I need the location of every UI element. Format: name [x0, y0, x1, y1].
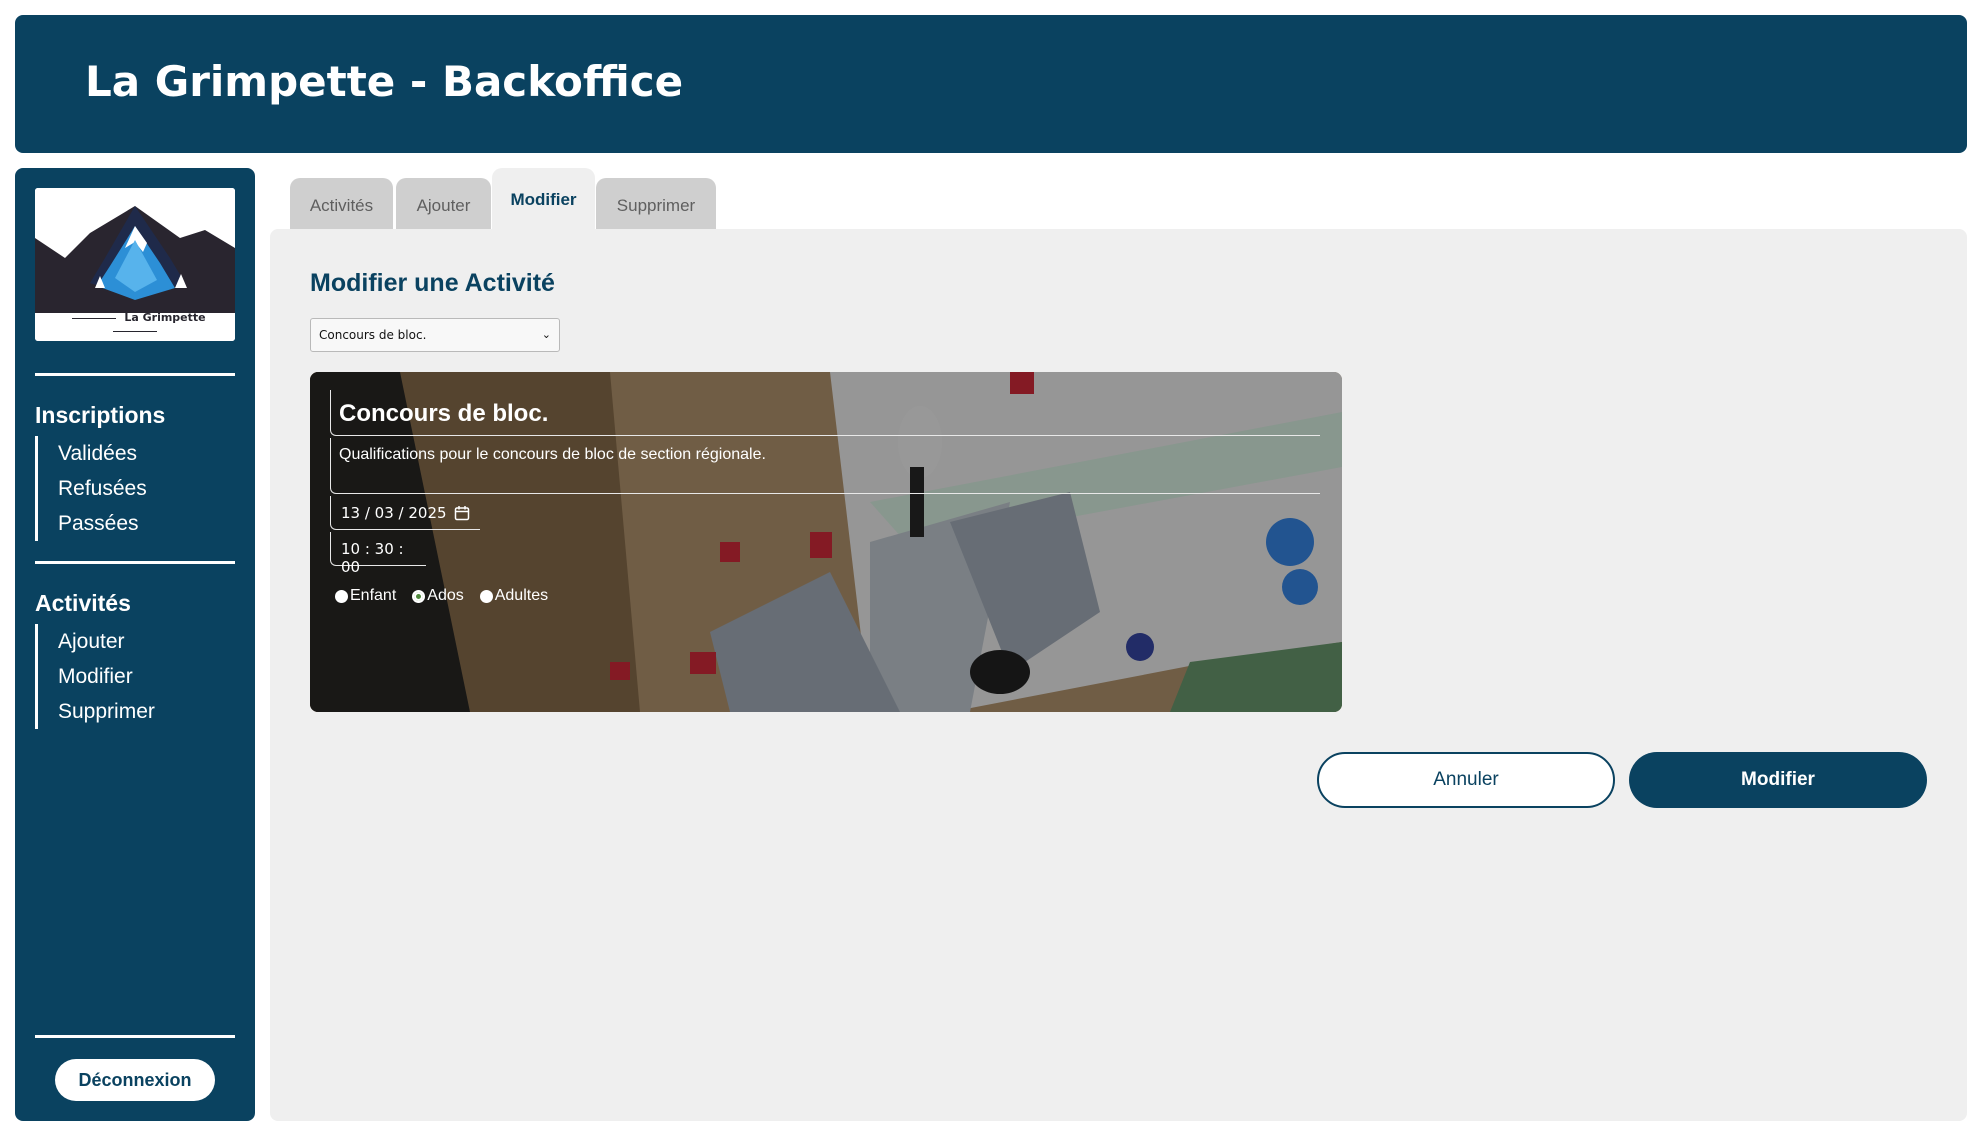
radio-button-checked[interactable] — [412, 589, 426, 603]
activity-select[interactable]: Concours de bloc. ⌄ — [310, 318, 560, 352]
calendar-icon[interactable] — [454, 505, 470, 521]
radio-label: Adultes — [494, 587, 549, 604]
sidebar-item-ajouter[interactable]: Ajouter — [58, 624, 155, 659]
radio-enfant[interactable]: Enfant — [335, 587, 396, 605]
sidebar-divider — [35, 1035, 235, 1038]
radio-ados[interactable]: Ados — [412, 587, 464, 605]
page-title: Modifier une Activité — [310, 269, 555, 297]
sidebar-item-passees[interactable]: Passées — [58, 506, 147, 541]
sidebar-item-validees[interactable]: Validées — [58, 436, 147, 471]
tab-modifier[interactable]: Modifier — [492, 168, 595, 230]
radio-label: Enfant — [350, 587, 397, 604]
main-panel: Modifier une Activité Concours de bloc. … — [270, 229, 1967, 1121]
sidebar-item-refusees[interactable]: Refusées — [58, 471, 147, 506]
sidebar: La Grimpette Inscriptions Validées Refus… — [15, 168, 255, 1121]
modify-button[interactable]: Modifier — [1629, 752, 1927, 808]
sidebar-item-modifier[interactable]: Modifier — [58, 659, 155, 694]
nav-heading-activites: Activités — [35, 590, 131, 616]
logo: La Grimpette — [35, 188, 235, 341]
tab-activites[interactable]: Activités — [290, 178, 393, 230]
sidebar-divider — [35, 561, 235, 564]
logo-caption: La Grimpette — [35, 311, 235, 337]
activity-description-field[interactable]: Qualifications pour le concours de bloc … — [330, 438, 1320, 494]
audience-radio-group: Enfant Ados Adultes — [335, 587, 564, 605]
nav-group-inscriptions: Validées Refusées Passées — [35, 436, 147, 541]
sidebar-divider — [35, 373, 235, 376]
nav-group-activites: Ajouter Modifier Supprimer — [35, 624, 155, 729]
nav-heading-inscriptions: Inscriptions — [35, 402, 166, 428]
tab-ajouter[interactable]: Ajouter — [396, 178, 491, 230]
activity-date-field[interactable]: 13 / 03 / 2025 — [330, 496, 480, 530]
tab-supprimer[interactable]: Supprimer — [596, 178, 716, 230]
chevron-down-icon: ⌄ — [541, 328, 551, 341]
activity-title-field[interactable]: Concours de bloc. — [330, 390, 1320, 436]
radio-button[interactable] — [335, 589, 348, 603]
radio-label: Ados — [427, 587, 464, 604]
app-title: La Grimpette - Backoffice — [85, 57, 684, 106]
activity-time-field[interactable]: 10 : 30 : 00 — [330, 532, 426, 576]
radio-button[interactable] — [479, 589, 493, 603]
sidebar-item-supprimer[interactable]: Supprimer — [58, 694, 155, 729]
logout-button[interactable]: Déconnexion — [55, 1059, 215, 1101]
activity-card: Concours de bloc. Qualifications pour le… — [310, 372, 1342, 712]
date-value: 13 / 03 / 2025 — [341, 504, 447, 522]
app-header: La Grimpette - Backoffice — [15, 15, 1967, 153]
radio-adultes[interactable]: Adultes — [479, 587, 549, 605]
activity-select-value: Concours de bloc. — [319, 328, 427, 342]
cancel-button[interactable]: Annuler — [1317, 752, 1615, 808]
